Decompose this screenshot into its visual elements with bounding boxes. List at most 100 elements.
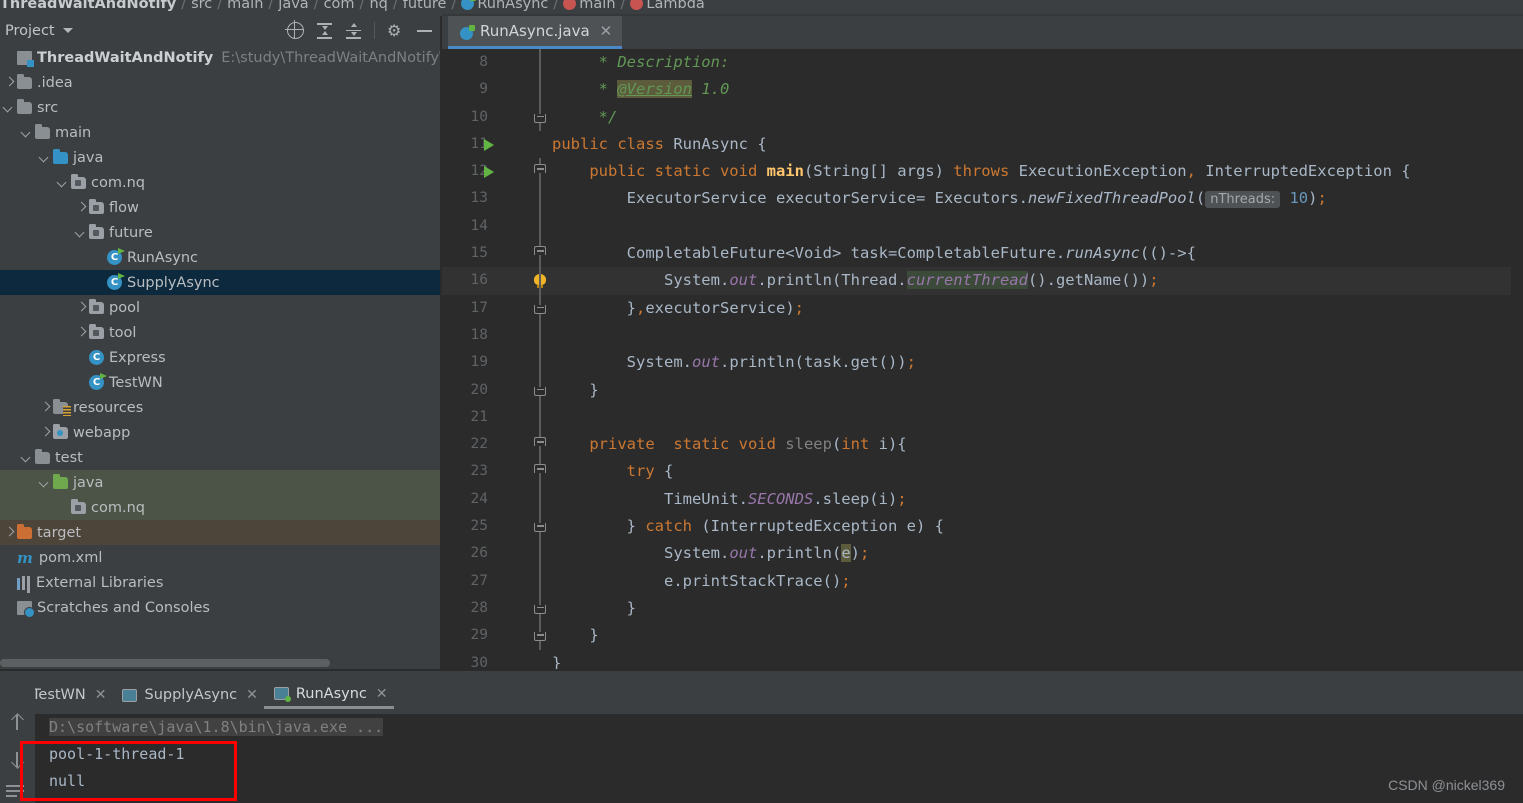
code-line-21[interactable]: 21 <box>442 403 1523 432</box>
tree-node-testwn[interactable]: TestWN <box>0 370 440 395</box>
code-line-29[interactable]: 29 } <box>442 622 1523 650</box>
up-arrow-icon[interactable] <box>9 713 25 731</box>
fold-column[interactable] <box>530 513 552 541</box>
code-line-13[interactable]: 13 ExecutorService executorService= Exec… <box>442 185 1523 213</box>
fold-column[interactable] <box>530 458 552 486</box>
fold-column[interactable] <box>530 622 552 650</box>
project-tree[interactable]: ThreadWaitAndNotify E:\study\ThreadWaitAn… <box>0 45 440 656</box>
run-gutter-icon[interactable] <box>484 166 494 179</box>
tree-node-pom-xml[interactable]: m pom.xml <box>0 545 440 570</box>
fold-column[interactable] <box>530 567 552 595</box>
tree-node-java[interactable]: java <box>0 145 440 170</box>
editor-right-gutter[interactable] <box>1511 49 1523 669</box>
chevron-right-icon[interactable] <box>4 528 14 538</box>
fold-column[interactable] <box>530 376 552 404</box>
chevron-right-icon[interactable] <box>4 78 14 88</box>
down-arrow-icon[interactable] <box>9 751 25 769</box>
fold-column[interactable] <box>530 240 552 268</box>
fold-end-icon[interactable] <box>534 632 546 642</box>
tree-node-com-nq[interactable]: com.nq <box>0 170 440 195</box>
chevron-right-icon[interactable] <box>76 328 86 338</box>
code-line-15[interactable]: 15 CompletableFuture<Void> task=Completa… <box>442 240 1523 268</box>
editor-tab-runasync[interactable]: RunAsync.java ✕ <box>448 16 623 49</box>
fold-column[interactable] <box>530 594 552 623</box>
project-panel-title[interactable]: Project <box>5 23 55 39</box>
fold-end-icon[interactable] <box>534 304 546 314</box>
code-line-11[interactable]: 11 public class RunAsync { <box>442 131 1523 158</box>
close-icon[interactable]: ✕ <box>95 687 107 703</box>
code-line-17[interactable]: 17 },executorService); <box>442 294 1523 322</box>
scrollbar-thumb[interactable] <box>0 659 330 667</box>
project-tree-hscrollbar[interactable] <box>0 656 440 669</box>
fold-column[interactable] <box>530 185 552 213</box>
breadcrumb-item-main[interactable]: main <box>227 0 263 12</box>
fold-end-icon[interactable] <box>534 113 546 123</box>
tree-node-resources[interactable]: resources <box>0 395 440 420</box>
fold-column[interactable] <box>530 403 552 432</box>
tree-node-test[interactable]: test <box>0 445 440 470</box>
fold-column[interactable] <box>530 76 552 104</box>
gear-icon[interactable]: ⚙ <box>387 22 404 39</box>
run-tab-runasync[interactable]: RunAsync ✕ <box>263 681 394 709</box>
chevron-right-icon[interactable] <box>76 303 86 313</box>
tree-node--idea[interactable]: .idea <box>0 70 440 95</box>
fold-column[interactable] <box>530 485 552 514</box>
chevron-down-icon[interactable] <box>22 453 32 463</box>
chevron-down-icon[interactable] <box>22 128 32 138</box>
fold-column[interactable] <box>530 294 552 322</box>
code-line-22[interactable]: 22 private static void sleep(int i){ <box>442 431 1523 459</box>
chevron-right-icon[interactable] <box>76 203 86 213</box>
breadcrumb-item-java[interactable]: java <box>278 0 308 12</box>
fold-collapse-icon[interactable] <box>534 164 546 174</box>
code-line-26[interactable]: 26 System.out.println(e); <box>442 540 1523 568</box>
code-line-28[interactable]: 28 } <box>442 594 1523 623</box>
code-line-10[interactable]: 10 */ <box>442 103 1523 131</box>
breadcrumb-item-nq[interactable]: nq <box>369 0 387 12</box>
breadcrumb-item-runasync[interactable]: RunAsync <box>461 0 548 12</box>
fold-collapse-icon[interactable] <box>534 246 546 256</box>
tree-node-express[interactable]: Express <box>0 345 440 370</box>
chevron-right-icon[interactable] <box>40 403 50 413</box>
code-line-27[interactable]: 27 e.printStackTrace(); <box>442 567 1523 595</box>
tree-node-external-libraries[interactable]: External Libraries <box>0 570 440 595</box>
breadcrumb-item-src[interactable]: src <box>191 0 212 12</box>
fold-column[interactable] <box>530 158 552 186</box>
fold-column[interactable] <box>530 650 552 669</box>
breadcrumb-item-lambda[interactable]: Lambda <box>630 0 705 12</box>
code-line-30[interactable]: 30} <box>442 650 1523 669</box>
code-line-16[interactable]: 16 System.out.println(Thread.currentThre… <box>442 267 1523 295</box>
collapse-all-icon[interactable] <box>345 22 362 39</box>
tree-node-main[interactable]: main <box>0 120 440 145</box>
fold-collapse-icon[interactable] <box>534 464 546 474</box>
fold-column[interactable] <box>530 431 552 459</box>
tree-node-flow[interactable]: flow <box>0 195 440 220</box>
tree-node-scratches-and-consoles[interactable]: Scratches and Consoles <box>0 595 440 620</box>
tree-node-java[interactable]: java <box>0 470 440 495</box>
tree-node-webapp[interactable]: webapp <box>0 420 440 445</box>
fold-end-icon[interactable] <box>534 523 546 533</box>
code-line-9[interactable]: 9 * @Version 1.0 <box>442 76 1523 104</box>
code-editor[interactable]: 8 * Description: 9 * @Version 1.0 10 */11 p… <box>442 49 1523 669</box>
tree-node-runasync[interactable]: RunAsync <box>0 245 440 270</box>
soft-wrap-icon[interactable] <box>6 783 26 799</box>
close-icon[interactable]: ✕ <box>376 686 388 702</box>
code-line-18[interactable]: 18 <box>442 321 1523 350</box>
chevron-down-icon[interactable] <box>40 478 50 488</box>
tree-node-com-nq[interactable]: com.nq <box>0 495 440 520</box>
code-line-20[interactable]: 20 } <box>442 376 1523 404</box>
tree-node-supplyasync[interactable]: SupplyAsync <box>0 270 440 295</box>
breadcrumb-item-main[interactable]: main <box>563 0 616 12</box>
code-line-23[interactable]: 23 try { <box>442 458 1523 486</box>
hide-panel-icon[interactable] <box>416 22 433 39</box>
chevron-down-icon[interactable] <box>58 178 68 188</box>
chevron-down-icon[interactable] <box>62 28 73 33</box>
fold-collapse-icon[interactable] <box>534 437 546 447</box>
tree-node-pool[interactable]: pool <box>0 295 440 320</box>
fold-column[interactable] <box>530 103 552 131</box>
close-icon[interactable]: ✕ <box>246 687 258 703</box>
code-line-12[interactable]: 12 public static void main(String[] args… <box>442 158 1523 186</box>
breadcrumb-item-com[interactable]: com <box>324 0 355 12</box>
run-gutter-icon[interactable] <box>484 138 494 151</box>
run-tab-supplyasync[interactable]: SupplyAsync ✕ <box>112 681 263 709</box>
code-line-8[interactable]: 8 * Description: <box>442 49 1523 77</box>
